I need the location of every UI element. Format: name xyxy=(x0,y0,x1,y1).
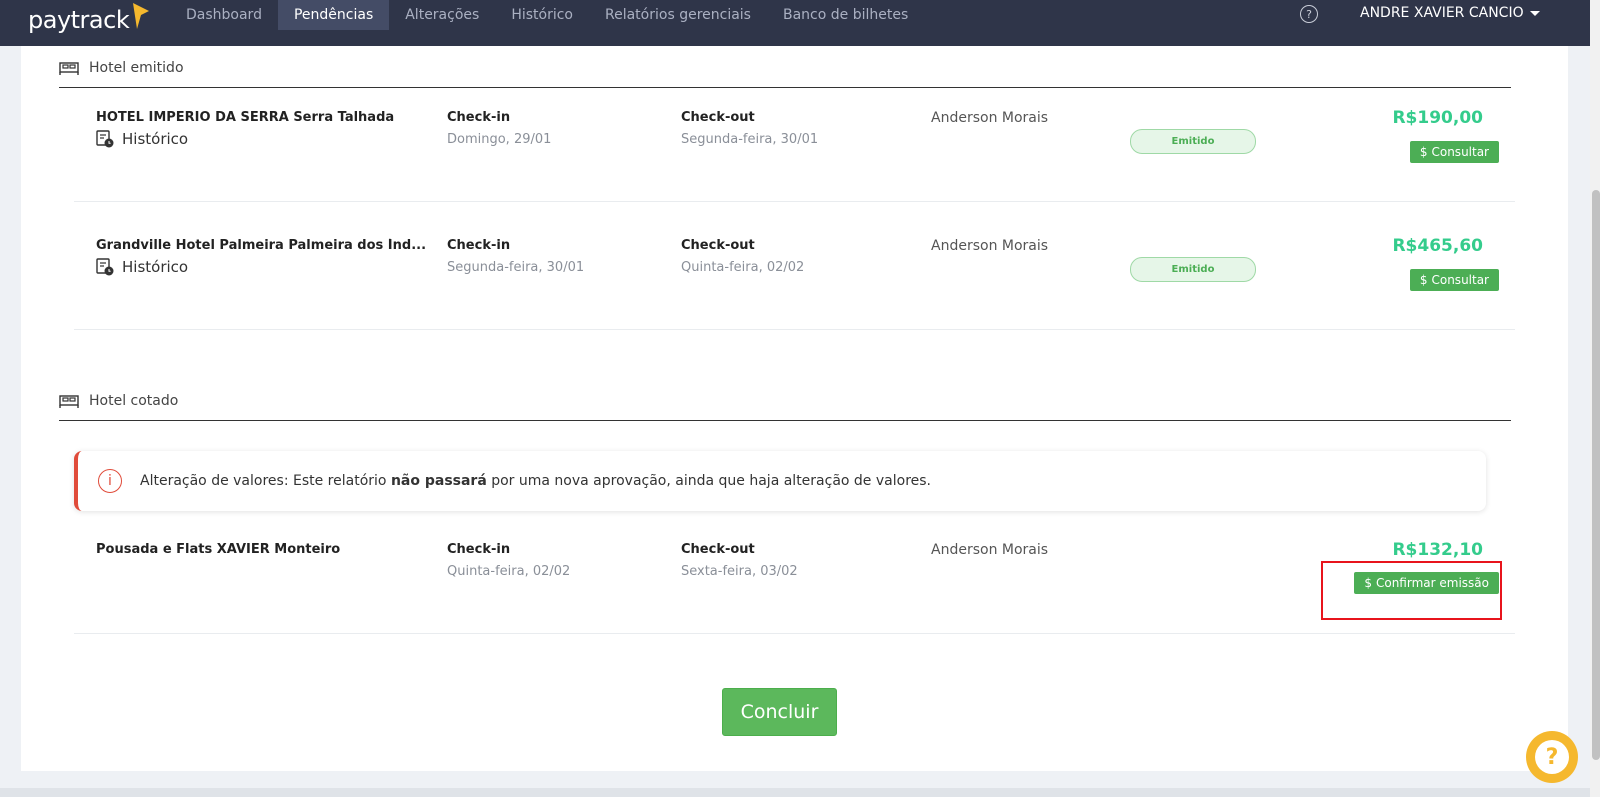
info-icon: i xyxy=(98,469,122,493)
checkout-label: Check-out xyxy=(681,542,755,557)
dollar-icon: $ xyxy=(1419,145,1428,159)
button-label: Consultar xyxy=(1431,273,1489,287)
checkin-label: Check-in xyxy=(447,110,511,125)
alert-text-bold: não passará xyxy=(390,473,487,489)
concluir-button[interactable]: Concluir xyxy=(722,688,837,736)
nav-historico[interactable]: Histórico xyxy=(495,0,589,30)
section-title: Hotel emitido xyxy=(89,59,184,76)
question-icon: ? xyxy=(1535,740,1569,774)
traveler-name: Anderson Morais xyxy=(931,542,1049,558)
highlight-box xyxy=(1321,561,1502,620)
checkout-date: Quinta-feira, 02/02 xyxy=(681,260,805,275)
consultar-button[interactable]: $ Consultar xyxy=(1409,269,1499,291)
floating-help-button[interactable]: ? xyxy=(1526,731,1578,783)
checkin-label: Check-in xyxy=(447,238,511,253)
price: R$465,60 xyxy=(1392,236,1483,256)
hotel-name: HOTEL IMPERIO DA SERRA Serra Talhada xyxy=(96,110,395,125)
checkin-date: Domingo, 29/01 xyxy=(447,132,552,147)
scrollbar-thumb[interactable] xyxy=(1592,190,1600,760)
history-doc-icon xyxy=(96,130,114,148)
checkin-date: Quinta-feira, 02/02 xyxy=(447,564,571,579)
consultar-button[interactable]: $ Consultar xyxy=(1409,141,1499,163)
checkout-date: Sexta-feira, 03/02 xyxy=(681,564,798,579)
history-label: Histórico xyxy=(122,130,189,148)
logo-arrow-icon xyxy=(133,3,150,29)
paytrack-logo[interactable]: paytrack xyxy=(28,3,151,36)
traveler-name: Anderson Morais xyxy=(931,110,1049,126)
main-panel: Hotel emitido HOTEL IMPERIO DA SERRA Ser… xyxy=(21,46,1568,771)
nav-pendencias[interactable]: Pendências xyxy=(277,0,390,30)
hotel-row: HOTEL IMPERIO DA SERRA Serra Talhada His… xyxy=(74,88,1515,202)
help-circle-icon[interactable]: ? xyxy=(1300,5,1318,23)
history-label: Histórico xyxy=(122,258,189,276)
bottom-strip xyxy=(0,788,1590,797)
hotel-name: Pousada e Flats XAVIER Monteiro xyxy=(96,542,341,557)
hotel-name: Grandville Hotel Palmeira Palmeira dos Í… xyxy=(96,238,426,253)
main-nav: Dashboard Pendências Alterações Históric… xyxy=(170,0,924,46)
chevron-down-icon xyxy=(1529,10,1540,16)
checkout-label: Check-out xyxy=(681,238,755,253)
user-menu[interactable]: ANDRE XAVIER CANCIO xyxy=(1360,5,1540,21)
price: R$190,00 xyxy=(1392,108,1483,128)
value-change-alert: i Alteração de valores: Este relatório n… xyxy=(74,451,1486,511)
history-doc-icon xyxy=(96,258,114,276)
section-header-hotel-emitido: Hotel emitido xyxy=(59,48,1511,88)
hotel-row: Pousada e Flats XAVIER Monteiro Check-in… xyxy=(74,516,1515,634)
alert-message: Alteração de valores: Este relatório não… xyxy=(140,473,931,489)
nav-relatorios-gerenciais[interactable]: Relatórios gerenciais xyxy=(589,0,767,30)
nav-dashboard[interactable]: Dashboard xyxy=(170,0,278,30)
checkin-label: Check-in xyxy=(447,542,511,557)
status-badge: Emitido xyxy=(1130,129,1256,154)
history-link[interactable]: Histórico xyxy=(96,258,188,276)
bed-icon xyxy=(59,61,79,75)
section-title: Hotel cotado xyxy=(89,392,179,409)
button-label: Consultar xyxy=(1431,145,1489,159)
logo-text: paytrack xyxy=(28,6,130,34)
status-badge: Emitido xyxy=(1130,257,1256,282)
dollar-icon: $ xyxy=(1419,273,1428,287)
checkout-date: Segunda-feira, 30/01 xyxy=(681,132,819,147)
top-navbar: paytrack Dashboard Pendências Alterações… xyxy=(0,0,1590,46)
section-header-hotel-cotado: Hotel cotado xyxy=(59,381,1511,421)
user-name: ANDRE XAVIER CANCIO xyxy=(1360,5,1524,21)
price: R$132,10 xyxy=(1392,540,1483,560)
checkout-label: Check-out xyxy=(681,110,755,125)
history-link[interactable]: Histórico xyxy=(96,130,188,148)
checkin-date: Segunda-feira, 30/01 xyxy=(447,260,585,275)
alert-text-suffix: por uma nova aprovação, ainda que haja a… xyxy=(486,473,931,489)
nav-alteracoes[interactable]: Alterações xyxy=(389,0,495,30)
alert-text-prefix: Alteração de valores: Este relatório xyxy=(140,473,391,489)
bed-icon xyxy=(59,394,79,408)
hotel-row: Grandville Hotel Palmeira Palmeira dos Í… xyxy=(74,202,1515,330)
nav-banco-de-bilhetes[interactable]: Banco de bilhetes xyxy=(767,0,924,30)
traveler-name: Anderson Morais xyxy=(931,238,1049,254)
